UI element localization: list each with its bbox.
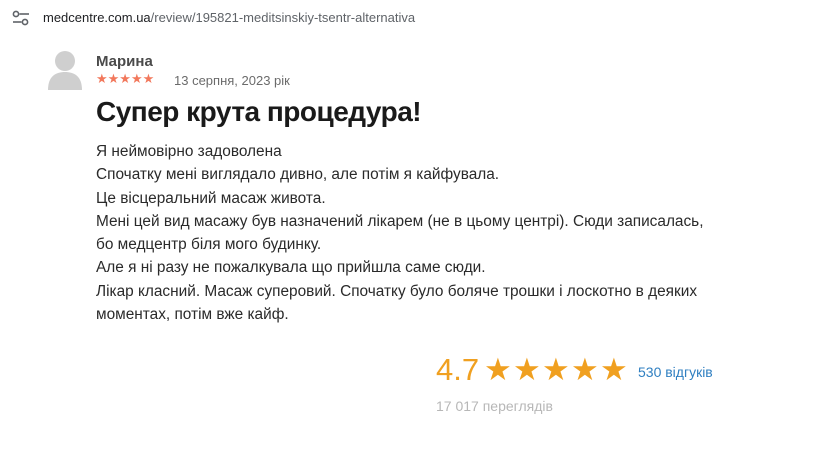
review-body-line: Спочатку мені виглядало дивно, але потім… bbox=[96, 166, 500, 184]
reviews-count-link[interactable]: 530 відгуків bbox=[638, 364, 713, 380]
star-icon: ★ bbox=[484, 352, 512, 387]
star-icon: ★ bbox=[600, 352, 628, 387]
review-body: Я неймовірно задоволена Спочатку мені ви… bbox=[96, 140, 776, 326]
review-body-line: бо медцентр біля мого будинку. bbox=[96, 236, 322, 254]
review-body-line: Але я ні разу не пожалкувала що прийшла … bbox=[96, 259, 486, 277]
star-icon: ★ bbox=[571, 352, 599, 387]
address-bar[interactable]: medcentre.com.ua/review/195821-meditsins… bbox=[0, 0, 818, 36]
review-body-line: моментах, потім вже кайф. bbox=[96, 306, 289, 324]
average-rating-stars: ★ ★ ★ ★ ★ bbox=[484, 354, 629, 385]
review-body-line: Я неймовірно задоволена bbox=[96, 143, 282, 160]
review-author[interactable]: Марина bbox=[96, 53, 153, 70]
url-domain: medcentre.com.ua bbox=[43, 10, 151, 25]
review-body-line: Мені цей вид масажу був назначений лікар… bbox=[96, 212, 704, 230]
review-card: Марина ★★★★★ 13 серпня, 2023 рік Супер к… bbox=[0, 36, 818, 461]
review-date: 13 серпня, 2023 рік bbox=[174, 73, 290, 88]
url-field[interactable]: medcentre.com.ua/review/195821-meditsins… bbox=[0, 0, 818, 36]
star-icon: ★ bbox=[542, 352, 570, 387]
review-body-line: Це вісцеральний масаж живота. bbox=[96, 189, 326, 207]
views-count: 17 017 переглядів bbox=[436, 398, 553, 414]
star-icon: ★ bbox=[513, 352, 541, 387]
tune-icon[interactable] bbox=[12, 10, 30, 26]
user-avatar-icon bbox=[48, 51, 82, 90]
url-text[interactable]: medcentre.com.ua/review/195821-meditsins… bbox=[43, 10, 415, 25]
review-title: Супер крута процедура! bbox=[96, 96, 422, 127]
url-path: /review/195821-meditsinskiy-tsentr-alter… bbox=[150, 10, 416, 25]
average-rating: 4.7 bbox=[436, 352, 480, 387]
review-rating-stars: ★★★★★ bbox=[96, 71, 155, 86]
review-body-line: Лікар класний. Масаж суперовий. Спочатку… bbox=[96, 282, 698, 300]
